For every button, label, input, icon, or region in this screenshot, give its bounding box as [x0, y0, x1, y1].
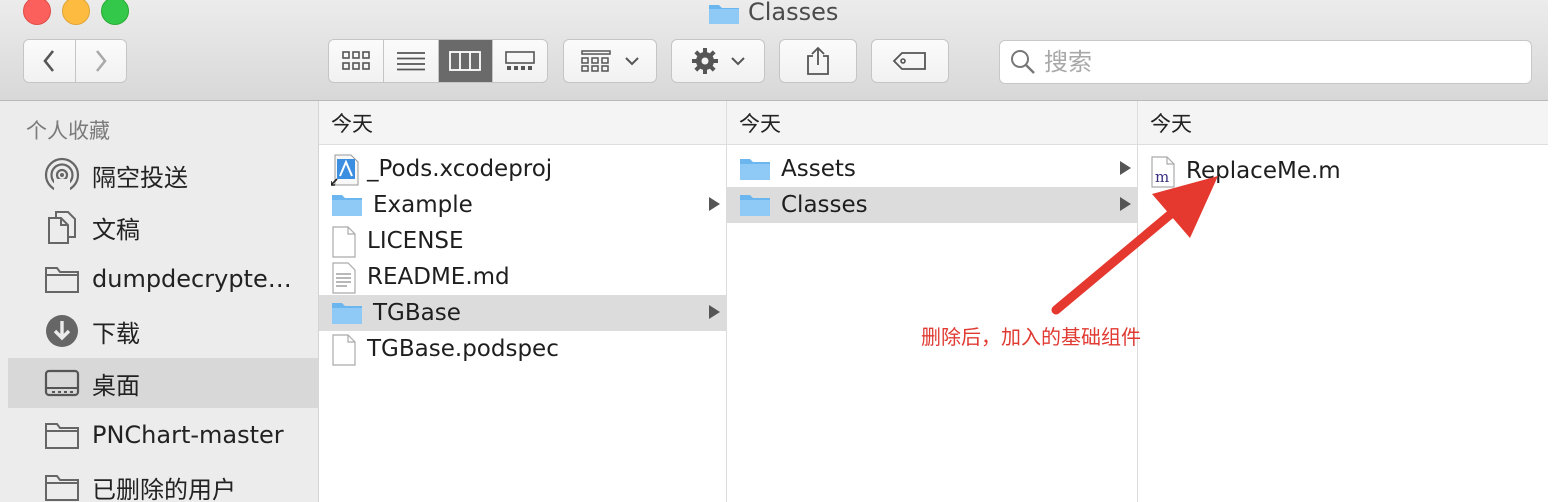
action-button[interactable]: [671, 39, 765, 83]
annotation-arrow: [1051, 176, 1218, 315]
airdrop-icon: [44, 157, 80, 193]
folder-icon: [708, 1, 740, 24]
sidebar-item-label: 文稿: [92, 215, 140, 244]
list-view-icon: [396, 52, 425, 71]
group-by-button[interactable]: [563, 39, 657, 83]
chevron-right-icon: [95, 50, 107, 72]
icon-view-button[interactable]: [329, 40, 384, 82]
desktop-icon: [44, 369, 80, 397]
back-button[interactable]: [24, 40, 76, 82]
annotation-note: 删除后，加入的基础组件: [921, 325, 1141, 349]
folder-icon: [45, 475, 79, 501]
column-view-icon: [449, 51, 482, 71]
edge-strip: [1548, 0, 1552, 502]
chevron-left-icon: [43, 50, 55, 72]
toolbar: Classes: [0, 0, 1548, 101]
gallery-view-button[interactable]: [493, 40, 547, 82]
column-header: 今天: [727, 101, 1137, 145]
forward-button[interactable]: [75, 40, 126, 82]
close-window-button[interactable]: [23, 0, 51, 25]
text-file-icon: [331, 262, 357, 294]
list-item[interactable]: Example: [319, 187, 726, 223]
navigation-buttons: [23, 39, 127, 83]
zoom-window-button[interactable]: [101, 0, 129, 25]
column-header: 今天: [1138, 101, 1548, 145]
list-item[interactable]: TGBase.podspec: [319, 331, 726, 367]
share-icon: [807, 46, 829, 75]
group-grid-icon: [581, 50, 611, 72]
sidebar-item-downloads[interactable]: 下载: [8, 306, 319, 356]
disclosure-arrow-icon: [709, 197, 720, 211]
folder-icon: [739, 192, 771, 218]
xcode-project-icon: [330, 154, 359, 186]
sidebar-heading: 个人收藏: [26, 119, 110, 143]
folder-icon: [331, 300, 363, 326]
sidebar-item-dumpdecrypted[interactable]: dumpdecrypte…: [8, 254, 319, 304]
file-name: TGBase: [373, 300, 461, 326]
search-input[interactable]: [1044, 48, 1444, 76]
search-icon: [1011, 50, 1035, 74]
list-view-button[interactable]: [383, 40, 439, 82]
minimize-window-button[interactable]: [62, 0, 90, 25]
tag-button[interactable]: [871, 39, 949, 83]
sidebar-item-deleted-users[interactable]: 已删除的用户: [8, 462, 319, 502]
file-icon: [331, 226, 357, 258]
list-item[interactable]: TGBase: [319, 295, 726, 331]
view-mode-control: [328, 39, 548, 83]
folder-icon: [45, 423, 79, 449]
browser-column-1: 今天 _Pods.xcodeproj Example LICENSE READM…: [319, 101, 727, 502]
disclosure-arrow-icon: [709, 305, 720, 319]
file-name: TGBase.podspec: [367, 336, 559, 362]
list-item[interactable]: LICENSE: [319, 223, 726, 259]
file-name: Assets: [781, 156, 856, 182]
documents-icon: [48, 211, 76, 244]
chevron-down-icon: [731, 57, 745, 66]
share-button[interactable]: [779, 39, 857, 83]
file-name: Example: [373, 192, 473, 218]
sidebar-item-pnchart[interactable]: PNChart-master: [8, 410, 319, 460]
list-item[interactable]: _Pods.xcodeproj: [319, 151, 726, 187]
column-view-button[interactable]: [438, 40, 494, 82]
window-title-text: Classes: [748, 0, 839, 26]
window-title: Classes: [708, 0, 838, 28]
sidebar-item-label: 隔空投送: [92, 163, 188, 192]
column-header: 今天: [319, 101, 726, 145]
gallery-view-icon: [505, 51, 535, 70]
sidebar-item-desktop[interactable]: 桌面: [8, 358, 319, 408]
file-name: _Pods.xcodeproj: [367, 156, 553, 182]
folder-icon: [45, 267, 79, 293]
file-name: Classes: [781, 192, 868, 218]
file-icon: [331, 334, 357, 366]
sidebar-item-label: 桌面: [92, 371, 140, 400]
file-name: LICENSE: [367, 228, 464, 254]
file-name: README.md: [367, 264, 510, 290]
folder-icon: [739, 156, 771, 182]
sidebar-item-label: 下载: [92, 319, 140, 348]
sidebar-item-airdrop[interactable]: 隔空投送: [8, 150, 319, 200]
tag-icon: [892, 52, 926, 70]
sidebar-item-label: 已删除的用户: [92, 475, 236, 502]
gear-icon: [692, 48, 718, 74]
chevron-down-icon: [625, 57, 639, 66]
search-field[interactable]: [999, 40, 1532, 84]
sidebar: 个人收藏 隔空投送 文稿 dumpdecrypte… 下载 桌面 PNChart…: [0, 101, 319, 502]
sidebar-item-label: dumpdecrypte…: [92, 265, 292, 293]
icon-view-icon: [342, 51, 370, 70]
folder-icon: [331, 192, 363, 218]
finder-window: Classes 搜索 个人收藏 隔空投送 文稿 dumpdecrypte… 下载…: [0, 0, 1548, 502]
sidebar-item-label: PNChart-master: [92, 421, 284, 449]
list-item[interactable]: README.md: [319, 259, 726, 295]
download-icon: [46, 315, 78, 347]
sidebar-item-documents[interactable]: 文稿: [8, 202, 319, 252]
